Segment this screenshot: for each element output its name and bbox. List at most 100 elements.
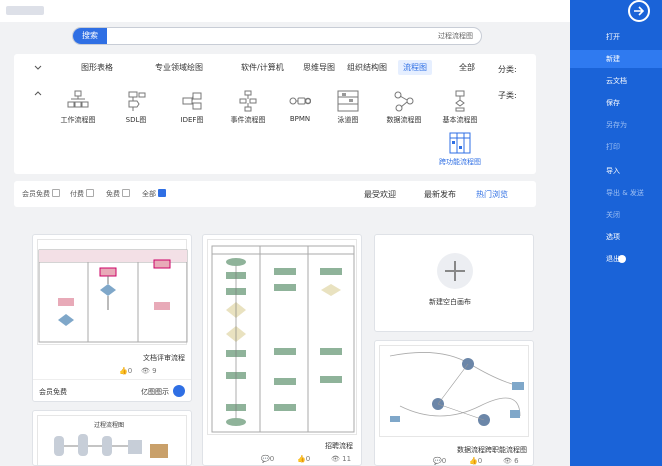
- template-card-data-flow[interactable]: 数据流程跨职能流程图 👁 6 👍0 💬0: [374, 340, 534, 466]
- chevron-up-icon[interactable]: [34, 90, 42, 96]
- subcategory-label-text: SDL图: [125, 116, 147, 124]
- sidebar-item-close[interactable]: 关闭: [570, 206, 662, 224]
- thumb-up-icon: 👍: [119, 367, 128, 375]
- sidebar-item-import[interactable]: 导入: [570, 162, 662, 180]
- bpmn-icon: [289, 97, 311, 105]
- price-badge: 会员免费: [39, 388, 67, 396]
- data-flow-icon: [394, 91, 414, 112]
- like-count: 👍0: [297, 455, 310, 463]
- chevron-down-icon[interactable]: [34, 65, 42, 71]
- category-tables[interactable]: 图形表格: [76, 60, 118, 75]
- view-count: 👁 11: [331, 455, 351, 463]
- category-software[interactable]: 软件/计算机: [236, 60, 289, 75]
- eye-icon: 👁: [503, 457, 512, 465]
- checkbox-free-box: [122, 189, 130, 197]
- new-blank-card[interactable]: 新建空白画布: [374, 234, 534, 332]
- logo: [6, 6, 44, 15]
- basic-flowchart-icon: [455, 90, 465, 112]
- sdl-icon: [128, 91, 146, 111]
- subcategory-idef[interactable]: IDEF图: [164, 90, 220, 125]
- back-arrow-icon[interactable]: [628, 0, 650, 22]
- author-name[interactable]: 亿图图示: [141, 387, 169, 397]
- thumb-up-icon: 👍: [297, 455, 306, 463]
- comment-count-value: 0: [269, 455, 275, 463]
- workflow-icon: [67, 90, 89, 108]
- category-org-chart[interactable]: 组织结构图: [342, 60, 392, 75]
- search-input[interactable]: [111, 28, 479, 44]
- main-area: 搜索 分类: 全部 流程图 组织结构图 思维导图 软件/计算机 专业领域绘图 图…: [0, 0, 570, 466]
- subcategory-cross-functional[interactable]: 跨功能流程图: [432, 132, 488, 167]
- flowchart-thumbnail: [211, 245, 355, 433]
- search-button[interactable]: 搜索: [73, 28, 107, 44]
- view-count-value: 9: [152, 367, 157, 375]
- tab-popular[interactable]: 最受欢迎: [364, 189, 396, 200]
- subcategory-data-flow[interactable]: 数据流程图: [376, 90, 432, 125]
- subcategory-label-text: 工作流程图: [60, 116, 96, 124]
- checkbox-all-box: [158, 189, 166, 197]
- subcategory-sdl[interactable]: SDL图: [108, 90, 164, 125]
- comment-count: 💬0: [261, 455, 274, 463]
- sidebar-item-options[interactable]: 选项: [570, 228, 662, 246]
- category-label: 分类:: [498, 65, 517, 74]
- subcategory-basic-flowchart[interactable]: 基本流程图: [432, 90, 488, 125]
- like-count-value: 0: [477, 457, 483, 465]
- tab-newest[interactable]: 最新发布: [424, 189, 456, 200]
- subcategory-bpmn[interactable]: BPMN: [272, 90, 328, 123]
- template-card-recruitment[interactable]: 招聘流程 👁 11 👍0 💬0: [202, 234, 362, 466]
- comment-icon: 💬: [433, 457, 442, 465]
- subcategory-label-text: 基本流程图: [442, 116, 478, 124]
- checkbox-all-label: 全部: [142, 190, 156, 198]
- checkbox-free[interactable]: 免费: [106, 189, 130, 199]
- sidebar-item-save-as[interactable]: 另存为: [570, 116, 662, 134]
- checkbox-paid[interactable]: 付费: [70, 189, 94, 199]
- category-mindmap[interactable]: 思维导图: [298, 60, 340, 75]
- tab-hot[interactable]: 热门浏览: [476, 189, 508, 200]
- checkbox-member-free-label: 会员免费: [22, 190, 50, 198]
- subcategory-label-text: BPMN: [289, 115, 311, 123]
- sidebar-item-new[interactable]: 新建: [570, 50, 662, 68]
- event-flow-icon: [239, 90, 257, 112]
- like-count-value: 0: [127, 367, 133, 375]
- swimlane-icon: [337, 90, 359, 112]
- thumb-up-icon: 👍: [469, 457, 478, 465]
- view-count: 👁 9: [141, 367, 157, 375]
- sidebar-item-exit[interactable]: 退出: [570, 250, 662, 268]
- category-all[interactable]: 全部: [454, 60, 480, 75]
- checkbox-member-free[interactable]: 会员免费: [22, 189, 60, 199]
- sidebar-item-print[interactable]: 打印: [570, 138, 662, 156]
- checkbox-all[interactable]: 全部: [142, 189, 166, 199]
- subcategory-label-text: 数据流程图: [386, 116, 422, 124]
- idef-icon: [182, 92, 202, 110]
- checkbox-free-label: 免费: [106, 190, 120, 198]
- template-card-document-review[interactable]: 文档评审流程 👁 9 👍0 亿图图示 会员免费: [32, 234, 192, 402]
- arrow-right-icon: [634, 6, 645, 16]
- author-avatar: [173, 385, 185, 397]
- template-card-process-flow[interactable]: 过程流程图: [32, 410, 192, 466]
- subcategory-label-text: 事件流程图: [230, 116, 266, 124]
- plus-icon: [437, 253, 473, 289]
- like-count: 👍0: [119, 367, 132, 375]
- subcategory-workflow[interactable]: 工作流程图: [50, 90, 106, 125]
- sidebar-item-save[interactable]: 保存: [570, 94, 662, 112]
- checkbox-member-free-box: [52, 189, 60, 197]
- sidebar-item-export-send[interactable]: 导出 & 发送: [570, 184, 662, 202]
- filter-bar: 热门浏览 最新发布 最受欢迎 全部 免费 付费 会员免费: [14, 181, 536, 207]
- template-title: 招聘流程: [325, 442, 353, 450]
- divider: [33, 379, 191, 380]
- subcategory-swimlane[interactable]: 泳道图: [320, 90, 376, 125]
- category-flowchart[interactable]: 流程图: [398, 60, 432, 75]
- sidebar-item-open[interactable]: 打开: [570, 28, 662, 46]
- subcategory-label-text: IDEF图: [180, 116, 204, 124]
- category-panel: 分类: 全部 流程图 组织结构图 思维导图 软件/计算机 专业领域绘图 图形表格…: [14, 54, 536, 174]
- thumbnail-title: 过程流程图: [94, 422, 125, 429]
- search-bar: 搜索: [72, 27, 482, 45]
- template-thumbnail: [207, 239, 357, 435]
- subcategory-label: 子类:: [498, 91, 517, 100]
- template-title: 文档评审流程: [143, 354, 185, 362]
- view-count: 👁 6: [503, 457, 519, 465]
- category-professional[interactable]: 专业领域绘图: [150, 60, 208, 75]
- sidebar-item-cloud-docs[interactable]: 云文档: [570, 72, 662, 90]
- template-thumbnail: [379, 345, 529, 437]
- comment-count-value: 0: [441, 457, 447, 465]
- subcategory-event-flow[interactable]: 事件流程图: [220, 90, 276, 125]
